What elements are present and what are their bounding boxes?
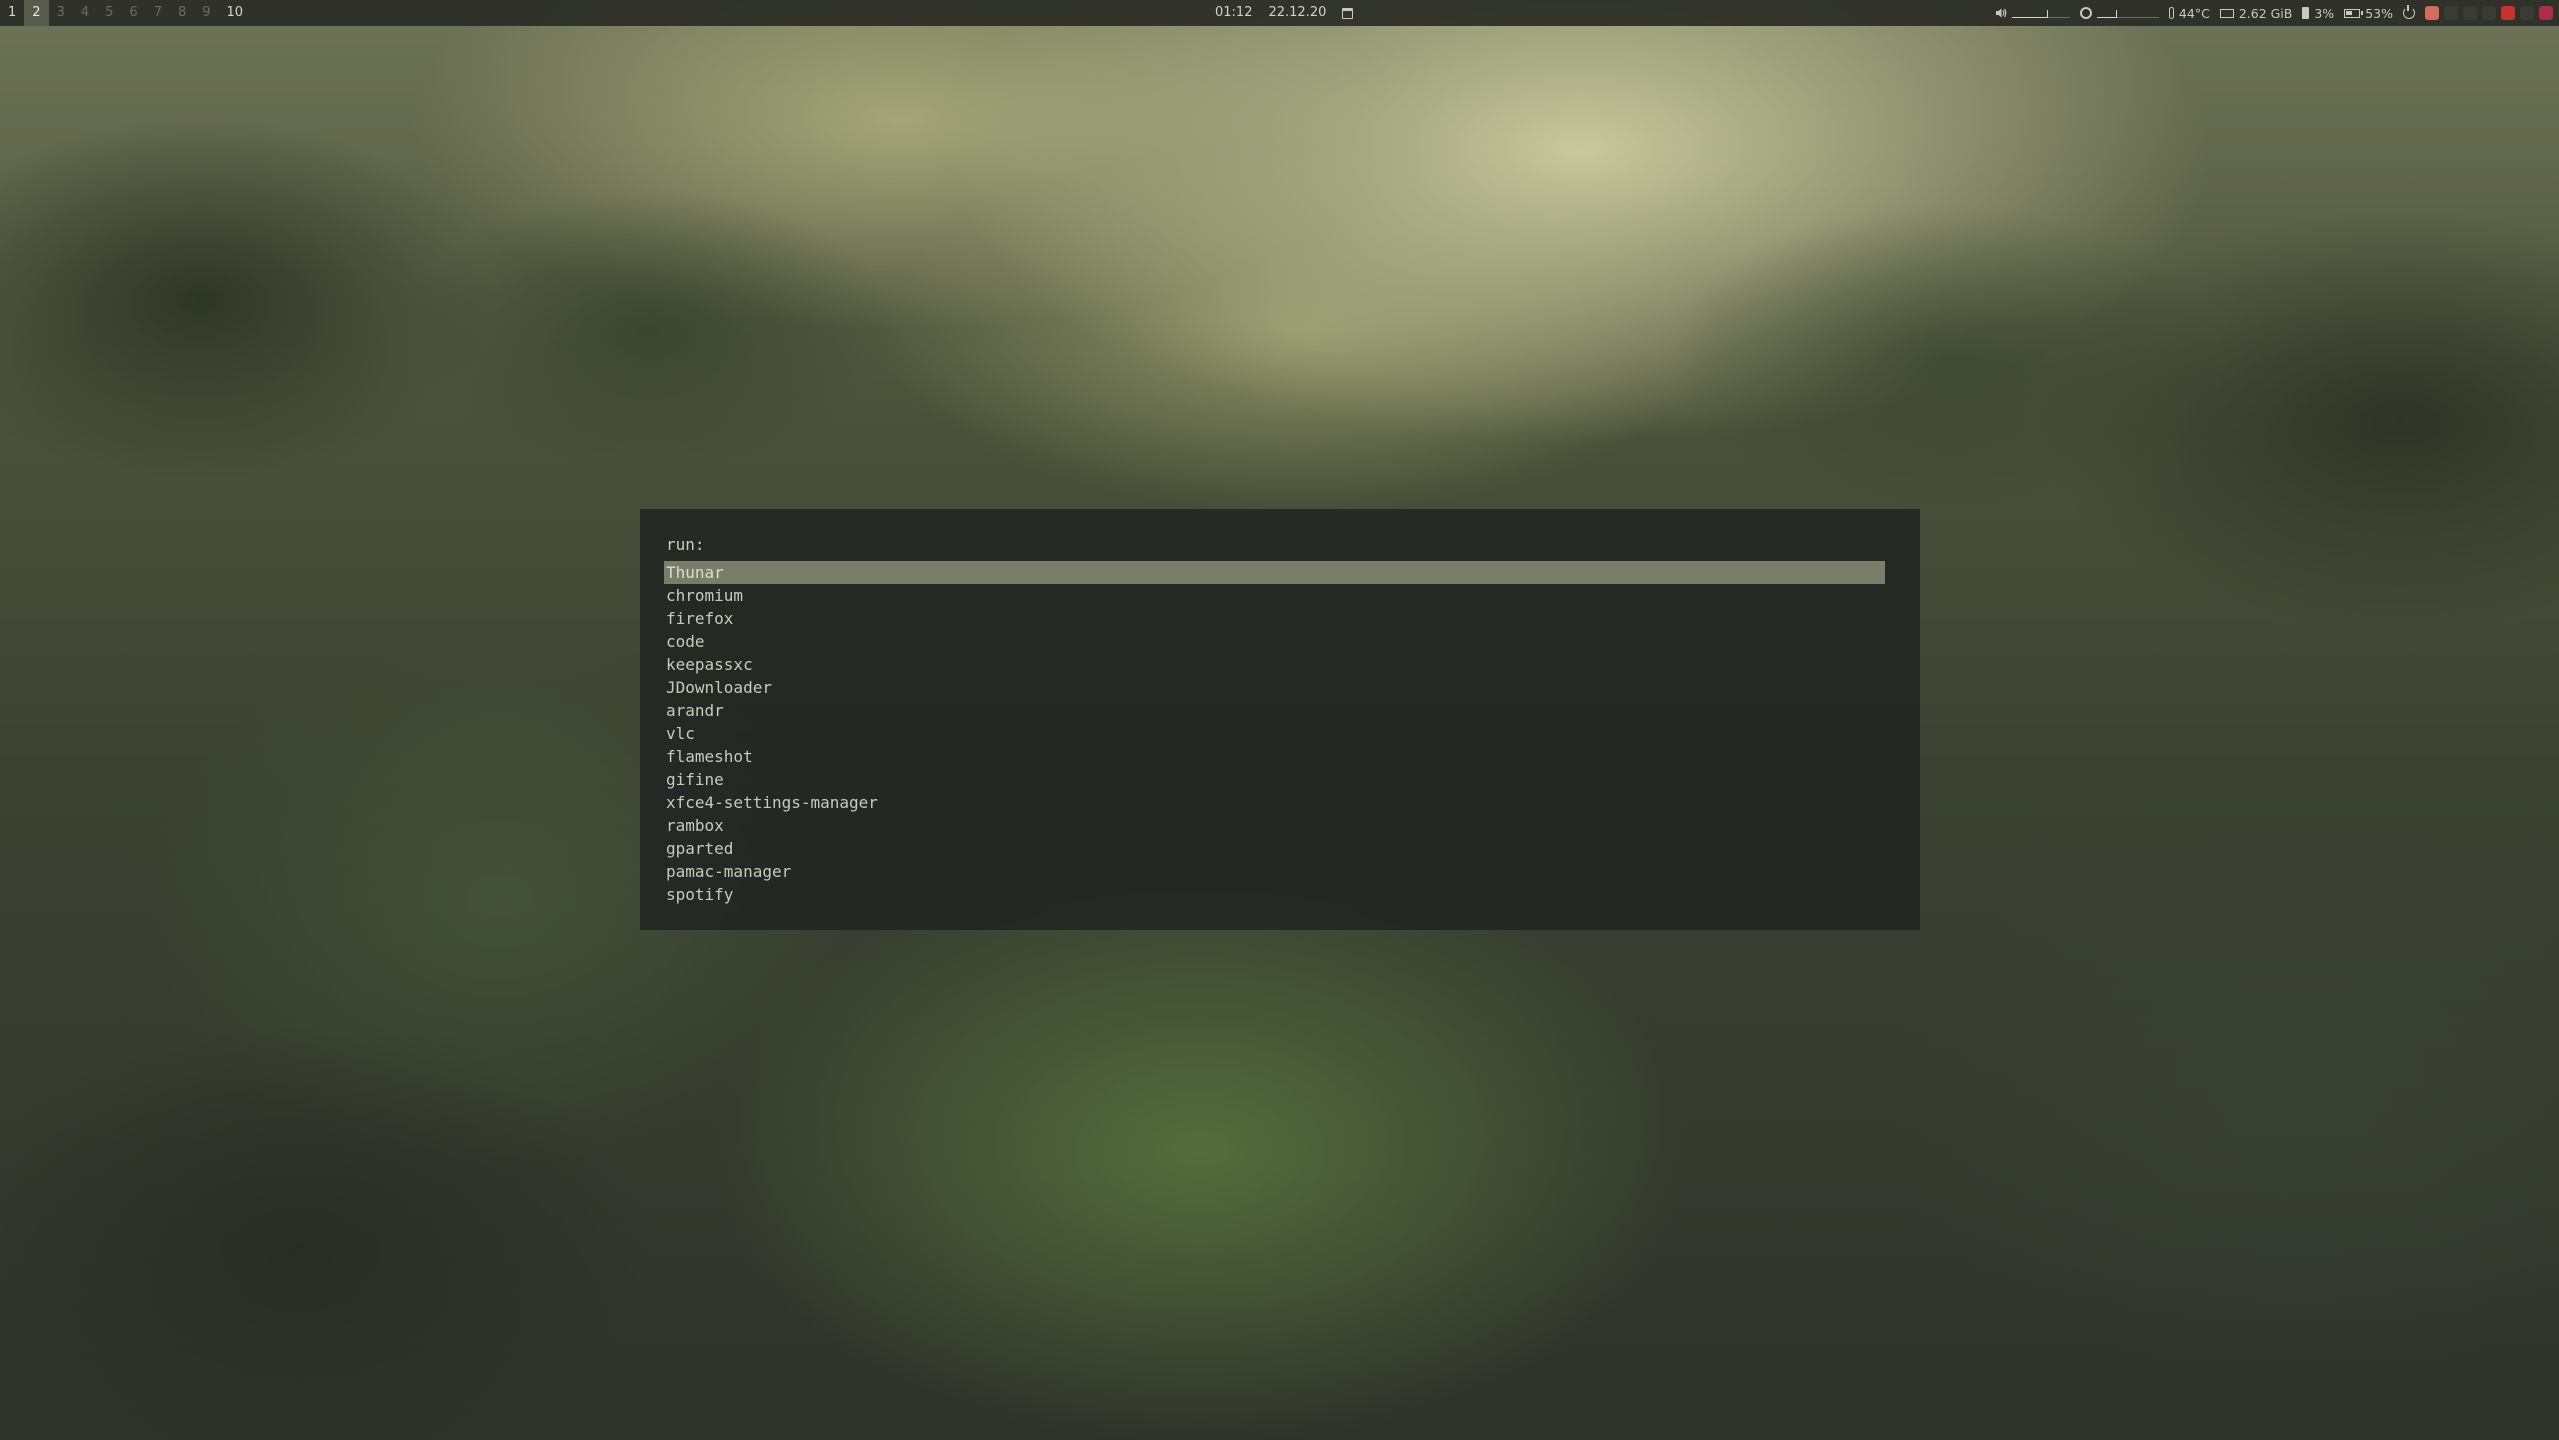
speaker-icon [1995,8,2007,18]
workspace-4[interactable]: 4 [73,0,97,26]
workspace-10[interactable]: 10 [219,0,252,26]
cpu-icon [2302,7,2310,19]
workspace-7[interactable]: 7 [146,0,170,26]
launcher-prompt-row: run: [666,533,1893,555]
launcher-item[interactable]: vlc [664,722,1885,745]
calendar-icon[interactable] [1342,7,1354,19]
launcher-item[interactable]: flameshot [664,745,1885,768]
clock-time: 01:12 [1215,5,1253,20]
brightness-slider[interactable] [2096,7,2159,19]
tray-app-icon-2[interactable] [2444,6,2458,20]
run-input[interactable] [712,533,1893,555]
tray-app-icon-3[interactable] [2463,6,2477,20]
launcher-item[interactable]: chromium [664,584,1885,607]
prompt-label: run: [666,534,705,554]
brightness-icon [2079,7,2092,19]
workspace-6[interactable]: 6 [121,0,145,26]
workspace-3[interactable]: 3 [49,0,73,26]
tray-app-icon-5[interactable] [2520,6,2534,20]
status-tray: 44°C 2.62 GiB 3% 53% [1995,0,2553,26]
run-launcher: run: Thunar chromium firefox code keepassxc J… [640,509,1920,930]
temperature-indicator: 44°C [2168,0,2210,26]
brightness-control[interactable] [2079,0,2159,26]
volume-control[interactable] [1995,0,2070,26]
cpu-indicator: 3% [2302,0,2334,26]
workspace-5[interactable]: 5 [97,0,121,26]
power-icon[interactable] [2403,5,2415,19]
temperature-value: 44°C [2178,5,2210,21]
launcher-item[interactable]: pamac-manager [664,860,1885,883]
launcher-item[interactable]: code [664,630,1885,653]
launcher-item[interactable]: firefox [664,607,1885,630]
battery-value: 53% [2365,5,2393,21]
launcher-item[interactable]: xfce4-settings-manager [664,791,1885,814]
cpu-value: 3% [2314,5,2335,21]
workspace-switcher: 1 2 3 4 5 6 7 8 9 10 [0,0,251,26]
power-menu[interactable] [2403,0,2415,26]
clock: 01:12 22.12.20 [1215,0,1354,26]
launcher-item[interactable]: gifine [664,768,1885,791]
workspace-2[interactable]: 2 [24,0,49,26]
memory-value: 2.62 GiB [2238,5,2293,21]
launcher-item[interactable]: rambox [664,814,1885,837]
workspace-1[interactable]: 1 [0,0,24,26]
launcher-item-selected[interactable]: Thunar [664,561,1885,584]
tray-app-icon-6[interactable] [2539,6,2553,20]
workspace-8[interactable]: 8 [170,0,194,26]
memory-indicator: 2.62 GiB [2219,0,2293,26]
system-tray-icons [2425,0,2553,26]
tray-app-icon-4[interactable] [2482,6,2496,20]
tray-shield-icon[interactable] [2501,6,2515,20]
launcher-item[interactable]: arandr [664,699,1885,722]
tray-app-icon-1[interactable] [2425,6,2439,20]
battery-indicator: 53% [2344,0,2393,26]
top-bar: 1 2 3 4 5 6 7 8 9 10 01:12 22.12.20 44°C… [0,0,2559,26]
volume-slider[interactable] [2011,7,2070,19]
launcher-item[interactable]: gparted [664,837,1885,860]
launcher-item[interactable]: keepassxc [664,653,1885,676]
launcher-item[interactable]: spotify [664,883,1885,906]
thermometer-icon [2168,7,2174,19]
clock-date[interactable]: 22.12.20 [1268,0,1326,26]
launcher-item[interactable]: JDownloader [664,676,1885,699]
launcher-results: Thunar chromium firefox code keepassxc JDownl… [664,561,1885,906]
memory-icon [2219,8,2234,18]
workspace-9[interactable]: 9 [194,0,218,26]
battery-icon [2344,8,2364,18]
